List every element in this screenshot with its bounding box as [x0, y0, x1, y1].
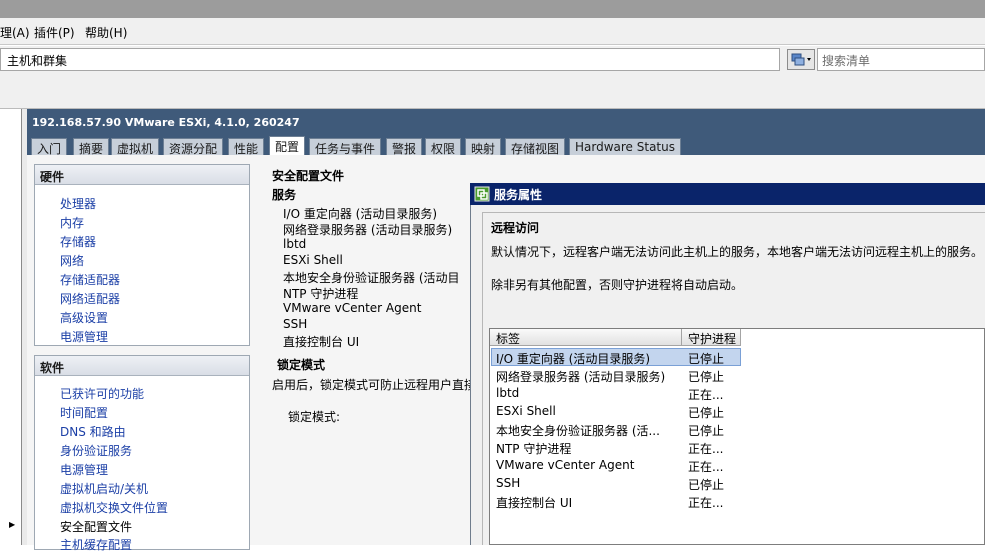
table-row-label[interactable]: NTP 守护进程 [496, 440, 571, 457]
nav-security-profile[interactable]: 安全配置文件 [60, 518, 132, 535]
tab-resource-allocation[interactable]: 资源分配 [163, 138, 224, 156]
column-header-label[interactable]: 标签 [490, 329, 682, 346]
toolbar [0, 76, 985, 109]
security-profile-title: 安全配置文件 [272, 169, 345, 183]
nav-processors[interactable]: 处理器 [60, 195, 96, 212]
service-item: SSH [283, 317, 308, 331]
nav-advanced-settings[interactable]: 高级设置 [60, 309, 108, 326]
tab-maps[interactable]: 映射 [465, 138, 502, 156]
nav-storage[interactable]: 存储器 [60, 233, 96, 250]
table-row-label[interactable]: VMware vCenter Agent [496, 458, 634, 472]
tab-getting-started[interactable]: 入门 [31, 138, 68, 156]
table-row-label[interactable]: ESXi Shell [496, 404, 556, 418]
service-item: NTP 守护进程 [283, 287, 359, 301]
nav-vm-startup-shutdown[interactable]: 虚拟机启动/关机 [60, 480, 148, 497]
host-title: 192.168.57.90 VMware ESXi, 4.1.0, 260247 [32, 116, 300, 129]
inventory-search-icon [791, 53, 811, 66]
service-item: lbtd [283, 237, 307, 251]
nav-networking[interactable]: 网络 [60, 252, 84, 269]
table-row-label[interactable]: I/O 重定向器 (活动目录服务) [496, 350, 650, 367]
dialog-title-bar[interactable]: 服务属性 [470, 183, 985, 205]
table-row-status: 正在... [688, 442, 724, 456]
search-scope-button[interactable] [787, 49, 815, 70]
menu-item-manage[interactable]: 理(A) [0, 24, 30, 41]
service-item: 本地安全身份验证服务器 (活动目 [283, 271, 460, 285]
nav-power-management-sw[interactable]: 电源管理 [60, 461, 108, 478]
breadcrumb-field[interactable] [0, 48, 780, 71]
tab-configuration[interactable]: 配置 [269, 136, 306, 156]
remote-access-title: 远程访问 [491, 221, 540, 235]
tab-summary[interactable]: 摘要 [73, 138, 110, 156]
lockdown-mode-description: 启用后，锁定模式可防止远程用户直接 [272, 378, 477, 392]
menu-item-plugins[interactable]: 插件(P) [34, 24, 75, 41]
software-panel: 软件 已获许可的功能 时间配置 DNS 和路由 身份验证服务 电源管理 虚拟机启… [34, 355, 250, 552]
column-header-daemon[interactable]: 守护进程 [682, 329, 741, 346]
breadcrumb: 主机和群集 [7, 54, 68, 68]
table-row-status: 已停止 [688, 370, 725, 384]
service-item: I/O 重定向器 (活动目录服务) [283, 207, 438, 221]
software-panel-title: 软件 [35, 356, 249, 376]
nav-vm-swapfile-location[interactable]: 虚拟机交换文件位置 [60, 499, 168, 516]
nav-power-management-hw[interactable]: 电源管理 [60, 328, 108, 345]
service-item: ESXi Shell [283, 253, 343, 267]
table-row-status: 正在... [688, 460, 724, 474]
nav-memory[interactable]: 内存 [60, 214, 84, 231]
nav-storage-adapters[interactable]: 存储适配器 [60, 271, 120, 288]
table-row-status: 正在... [688, 388, 724, 402]
table-row-label[interactable]: 网络登录服务器 (活动目录服务) [496, 368, 665, 385]
table-row-status: 已停止 [688, 352, 725, 366]
remote-access-description: 默认情况下，远程客户端无法访问此主机上的服务，本地客户端无法访问远程主机上的服务… [491, 245, 984, 259]
dialog-title: 服务属性 [494, 188, 543, 202]
service-item: 网络登录服务器 (活动目录服务) [283, 223, 453, 237]
tab-hardware-status[interactable]: Hardware Status [569, 138, 681, 155]
hardware-panel-title: 硬件 [35, 165, 249, 185]
table-row-status: 正在... [688, 496, 724, 510]
services-heading: 服务 [272, 188, 297, 202]
service-item: 直接控制台 UI [283, 335, 360, 349]
table-row-label[interactable]: lbtd [496, 386, 519, 400]
menu-bar: 理(A) 插件(P) 帮助(H) [0, 18, 985, 45]
table-row-status: 已停止 [688, 478, 725, 492]
lockdown-mode-label: 锁定模式: [288, 410, 341, 424]
hardware-panel: 硬件 处理器 内存 存储器 网络 存储适配器 网络适配器 高级设置 电源管理 [34, 164, 250, 346]
service-item: VMware vCenter Agent [283, 301, 422, 315]
table-row-label[interactable]: 直接控制台 UI [496, 494, 572, 511]
nav-authentication-services[interactable]: 身份验证服务 [60, 442, 132, 459]
vsphere-app-icon [474, 186, 490, 202]
search-placeholder: 搜索清单 [822, 54, 871, 68]
table-row-status: 已停止 [688, 424, 725, 438]
tab-performance[interactable]: 性能 [228, 138, 265, 156]
lockdown-mode-heading: 锁定模式 [277, 358, 326, 372]
inventory-pane[interactable] [0, 109, 22, 545]
nav-time-configuration[interactable]: 时间配置 [60, 404, 108, 421]
nav-licensed-features[interactable]: 已获许可的功能 [60, 385, 144, 402]
tab-alarms[interactable]: 警报 [386, 138, 423, 156]
selected-arrow-icon: ▶ [9, 520, 16, 529]
nav-network-adapters[interactable]: 网络适配器 [60, 290, 120, 307]
table-row-label[interactable]: 本地安全身份验证服务器 (活... [496, 422, 660, 439]
tab-permissions[interactable]: 权限 [425, 138, 462, 156]
table-row-label[interactable]: SSH [496, 476, 520, 490]
tab-storage-views[interactable]: 存储视图 [505, 138, 566, 156]
table-row-status: 已停止 [688, 406, 725, 420]
daemon-autostart-note: 除非另有其他配置，否则守护进程将自动启动。 [491, 278, 744, 292]
tab-tasks-events[interactable]: 任务与事件 [309, 138, 382, 156]
tab-virtual-machines[interactable]: 虚拟机 [111, 138, 160, 156]
menu-item-help[interactable]: 帮助(H) [85, 24, 127, 41]
window-title-strip [0, 0, 985, 18]
nav-dns-routing[interactable]: DNS 和路由 [60, 423, 126, 440]
